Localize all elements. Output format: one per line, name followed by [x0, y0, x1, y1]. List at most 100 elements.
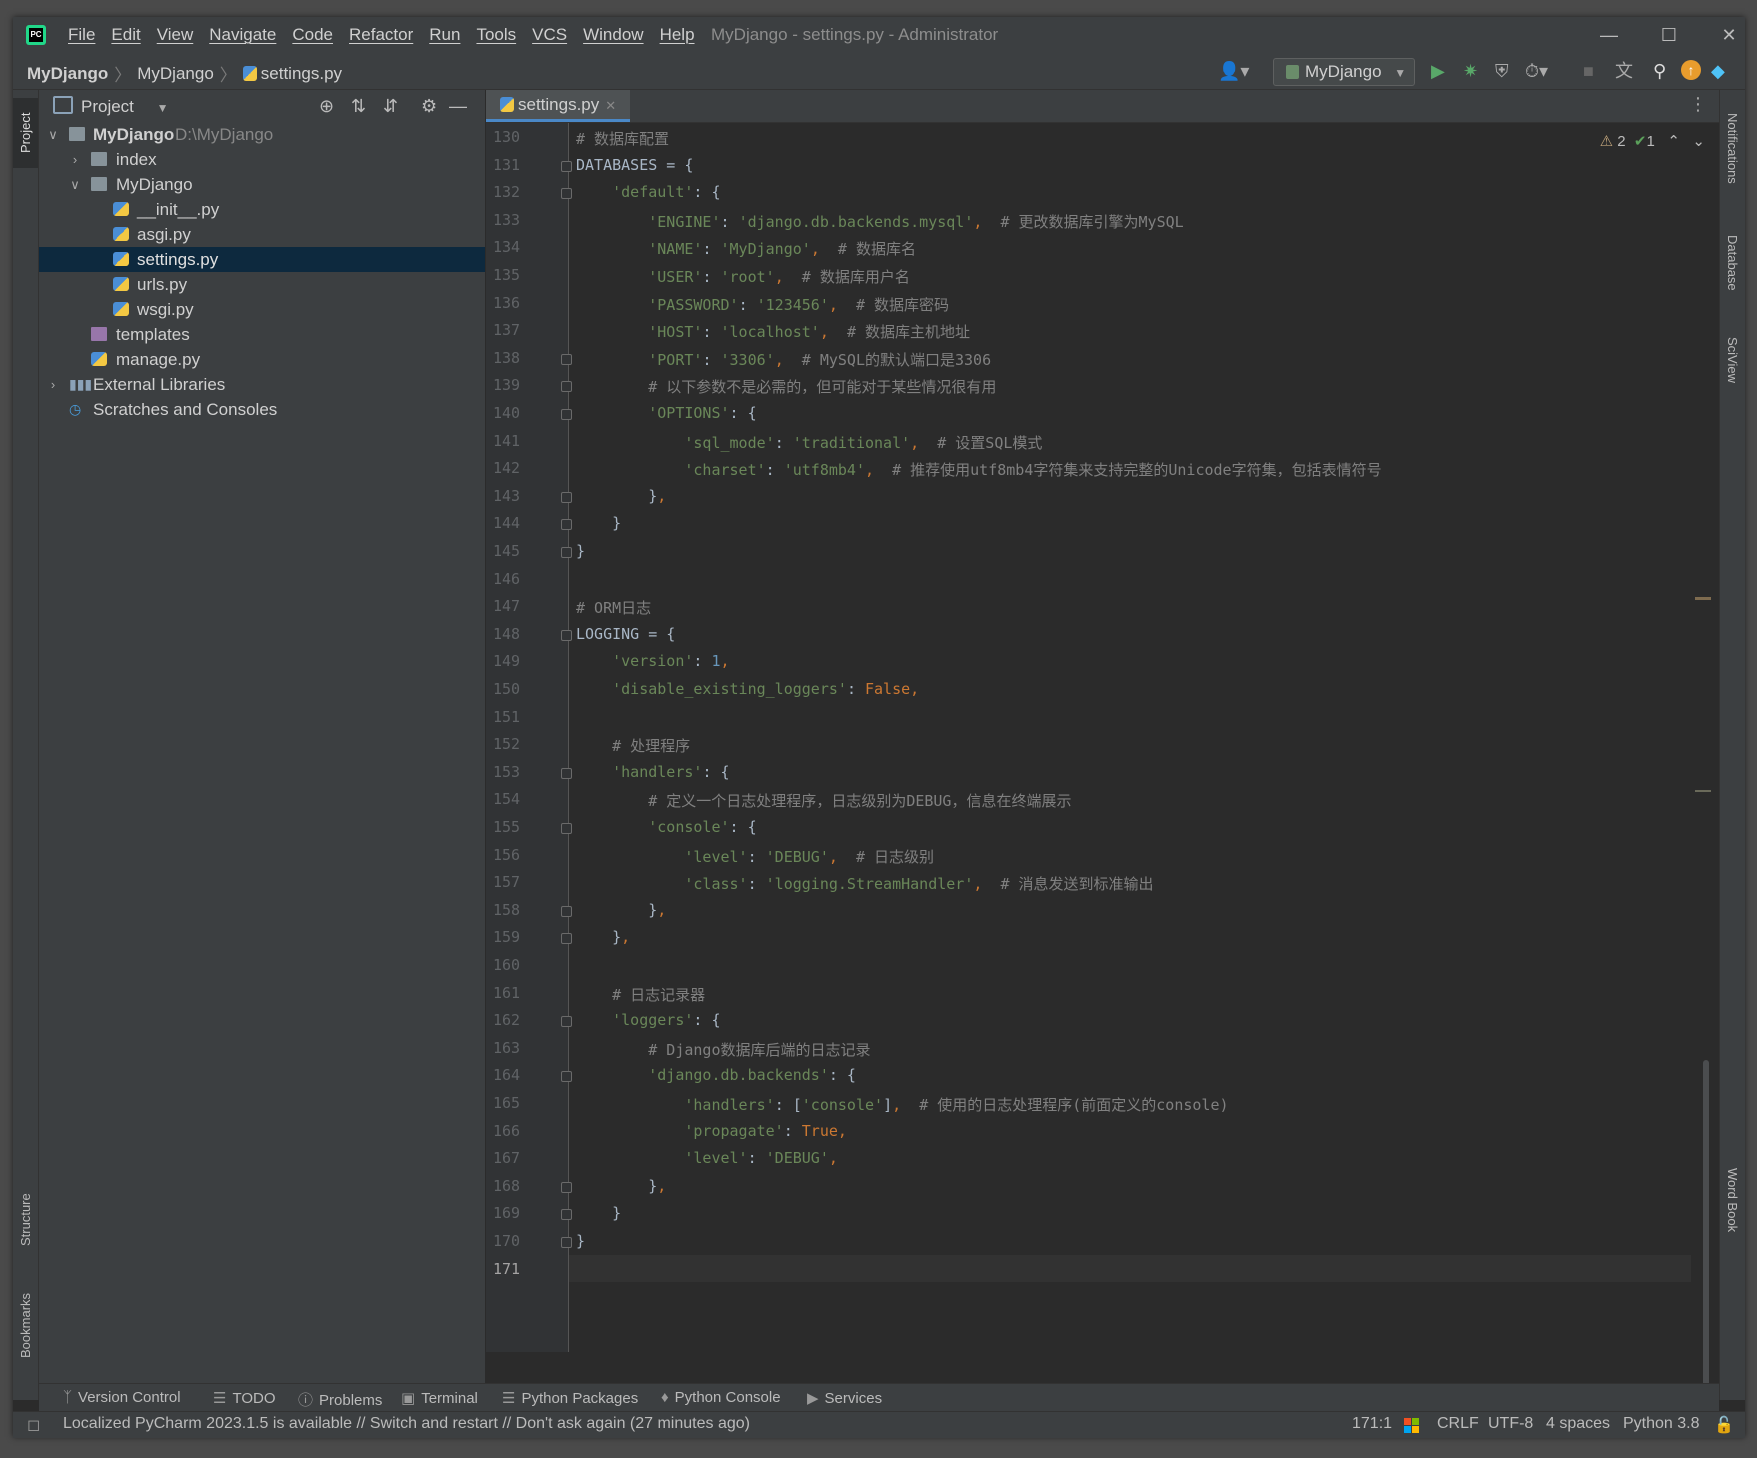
fold-marker-icon[interactable]	[561, 1237, 572, 1248]
menu-code[interactable]: Code	[292, 25, 333, 45]
code-line[interactable]: 'default': {	[576, 183, 720, 201]
code-line[interactable]: # Django数据库后端的日志记录	[576, 1039, 870, 1060]
tool-problems[interactable]: ⓘ Problems	[298, 1389, 382, 1410]
menu-view[interactable]: View	[157, 25, 194, 45]
tool-todo[interactable]: ☰ TODO	[213, 1389, 276, 1407]
fold-marker-icon[interactable]	[561, 1071, 572, 1083]
run-config-dropdown[interactable]: MyDjango ▼	[1273, 58, 1415, 86]
code-line[interactable]: },	[576, 928, 630, 946]
tree-item-settings[interactable]: settings.py	[39, 247, 485, 272]
tree-item-root[interactable]: ∨ MyDjango D:\MyDjango	[39, 122, 485, 147]
fold-marker-icon[interactable]	[561, 905, 572, 917]
update-notification[interactable]: Localized PyCharm 2023.1.5 is available …	[63, 1415, 750, 1433]
lock-icon[interactable]: 🔓	[1714, 1415, 1734, 1435]
code-line[interactable]: 'django.db.backends': {	[576, 1066, 856, 1084]
fold-marker-icon[interactable]	[561, 519, 572, 531]
menu-run[interactable]: Run	[429, 25, 460, 45]
gear-icon[interactable]: ⚙	[421, 96, 437, 117]
menu-navigate[interactable]: Navigate	[209, 25, 276, 45]
tab-structure[interactable]: Structure	[13, 1175, 38, 1265]
tab-word-book[interactable]: Word Book	[1720, 1150, 1745, 1250]
code-line[interactable]: 'propagate': True,	[576, 1122, 847, 1140]
fold-marker-icon[interactable]	[561, 547, 572, 558]
code-line[interactable]: 'class': 'logging.StreamHandler', # 消息发送…	[576, 873, 1153, 894]
tool-services[interactable]: ▶ Services	[807, 1389, 882, 1407]
plugin-icon[interactable]: ◆	[1711, 61, 1725, 81]
collapse-all-icon[interactable]: ⇵	[383, 96, 398, 117]
code-line[interactable]: }	[576, 542, 585, 560]
fold-marker-icon[interactable]	[561, 767, 572, 779]
tree-item-package[interactable]: ∨ MyDjango	[39, 172, 485, 197]
code-line[interactable]: 'NAME': 'MyDjango', # 数据库名	[576, 238, 916, 259]
minimize-icon[interactable]: —	[1579, 21, 1639, 49]
tab-project[interactable]: Project	[13, 98, 38, 168]
menu-window[interactable]: Window	[583, 25, 643, 45]
update-icon[interactable]: ↑	[1681, 60, 1701, 80]
code-line[interactable]: }	[576, 1204, 621, 1222]
stop-icon[interactable]: ■	[1583, 61, 1594, 81]
maximize-icon[interactable]: ☐	[1639, 21, 1699, 49]
code-line[interactable]: 'loggers': {	[576, 1011, 720, 1029]
locate-icon[interactable]: ⊕	[319, 96, 334, 117]
code-line[interactable]: 'charset': 'utf8mb4', # 推荐使用utf8mb4字符集来支…	[576, 459, 1381, 480]
fold-marker-icon[interactable]	[561, 491, 572, 503]
toggle-tool-windows-icon[interactable]: ◻	[27, 1415, 40, 1435]
tab-settings-py[interactable]: settings.py ✕	[486, 90, 631, 122]
code-line[interactable]: DATABASES = {	[576, 156, 693, 174]
tree-item-external-libraries[interactable]: › ▮▮▮ External Libraries	[39, 372, 485, 397]
tree-item-init[interactable]: __init__.py	[39, 197, 485, 222]
python-interpreter[interactable]: Python 3.8	[1623, 1415, 1700, 1433]
tool-version-control[interactable]: ᛉ Version Control	[63, 1389, 181, 1406]
hide-icon[interactable]: —	[449, 96, 467, 117]
code-line[interactable]: # 处理程序	[576, 735, 690, 756]
breadcrumb-package[interactable]: MyDjango	[137, 64, 214, 84]
tab-sciview[interactable]: SciView	[1720, 320, 1745, 400]
tree-item-urls[interactable]: urls.py	[39, 272, 485, 297]
fold-marker-icon[interactable]	[561, 1181, 572, 1193]
code-line[interactable]: }	[576, 514, 621, 532]
tool-terminal[interactable]: ▣ Terminal	[401, 1389, 478, 1407]
code-line[interactable]: 'OPTIONS': {	[576, 404, 756, 422]
previous-highlight-icon[interactable]: ⌃	[1667, 133, 1680, 150]
line-separator[interactable]: CRLF	[1437, 1415, 1479, 1433]
expand-all-icon[interactable]: ⇅	[351, 96, 366, 117]
code-editor[interactable]: settings.py ✕ ⋮ 130 # 数据库配置 131 DATABASES = …	[486, 90, 1719, 1390]
fold-marker-icon[interactable]	[561, 933, 572, 945]
code-line[interactable]: 'console': {	[576, 818, 756, 836]
menu-refactor[interactable]: Refactor	[349, 25, 413, 45]
tree-item-wsgi[interactable]: wsgi.py	[39, 297, 485, 322]
coverage-icon[interactable]: ⛨	[1495, 61, 1509, 81]
debug-icon[interactable]: ✷	[1463, 61, 1478, 81]
caret-position[interactable]: 171:1	[1352, 1415, 1392, 1433]
fold-marker-icon[interactable]	[561, 188, 572, 200]
scroll-marker[interactable]	[1695, 597, 1711, 600]
menu-help[interactable]: Help	[660, 25, 695, 45]
code-line[interactable]: # 以下参数不是必需的，但可能对于某些情况很有用	[576, 376, 996, 397]
code-line[interactable]: LOGGING = {	[576, 625, 675, 643]
file-encoding[interactable]: UTF-8	[1488, 1415, 1533, 1433]
code-line[interactable]: # 日志记录器	[576, 984, 705, 1005]
fold-marker-icon[interactable]	[561, 353, 572, 365]
code-line[interactable]: 'handlers': ['console'], # 使用的日志处理程序(前面定…	[576, 1094, 1228, 1115]
vcs-user-icon[interactable]: 👤▾	[1218, 61, 1249, 81]
translate-icon[interactable]: 文	[1615, 61, 1633, 81]
fold-marker-icon[interactable]	[561, 381, 572, 393]
chevron-down-icon[interactable]: ∨	[45, 122, 61, 147]
tab-notifications[interactable]: Notifications	[1720, 98, 1745, 198]
code-line[interactable]: 'PORT': '3306', # MySQL的默认端口是3306	[576, 349, 991, 370]
code-line[interactable]: 'ENGINE': 'django.db.backends.mysql', # …	[576, 211, 1183, 232]
code-line[interactable]: 'HOST': 'localhost', # 数据库主机地址	[576, 321, 970, 342]
breadcrumb-file[interactable]: settings.py	[261, 64, 342, 84]
tab-bookmarks[interactable]: Bookmarks	[13, 1280, 38, 1370]
code-line[interactable]: 'level': 'DEBUG',	[576, 1149, 838, 1167]
tree-item-scratches[interactable]: ◷ Scratches and Consoles	[39, 397, 485, 422]
close-icon[interactable]: ✕	[1699, 21, 1757, 49]
code-line[interactable]: 'level': 'DEBUG', # 日志级别	[576, 846, 934, 867]
code-line[interactable]: },	[576, 1177, 666, 1195]
code-line[interactable]: 'disable_existing_loggers': False,	[576, 680, 919, 698]
fold-marker-icon[interactable]	[561, 409, 572, 420]
menu-file[interactable]: File	[68, 25, 95, 45]
code-line[interactable]: # 定义一个日志处理程序，日志级别为DEBUG，信息在终端展示	[576, 790, 1071, 811]
code-line[interactable]: }	[576, 1232, 585, 1250]
code-line[interactable]: 'PASSWORD': '123456', # 数据库密码	[576, 294, 949, 315]
